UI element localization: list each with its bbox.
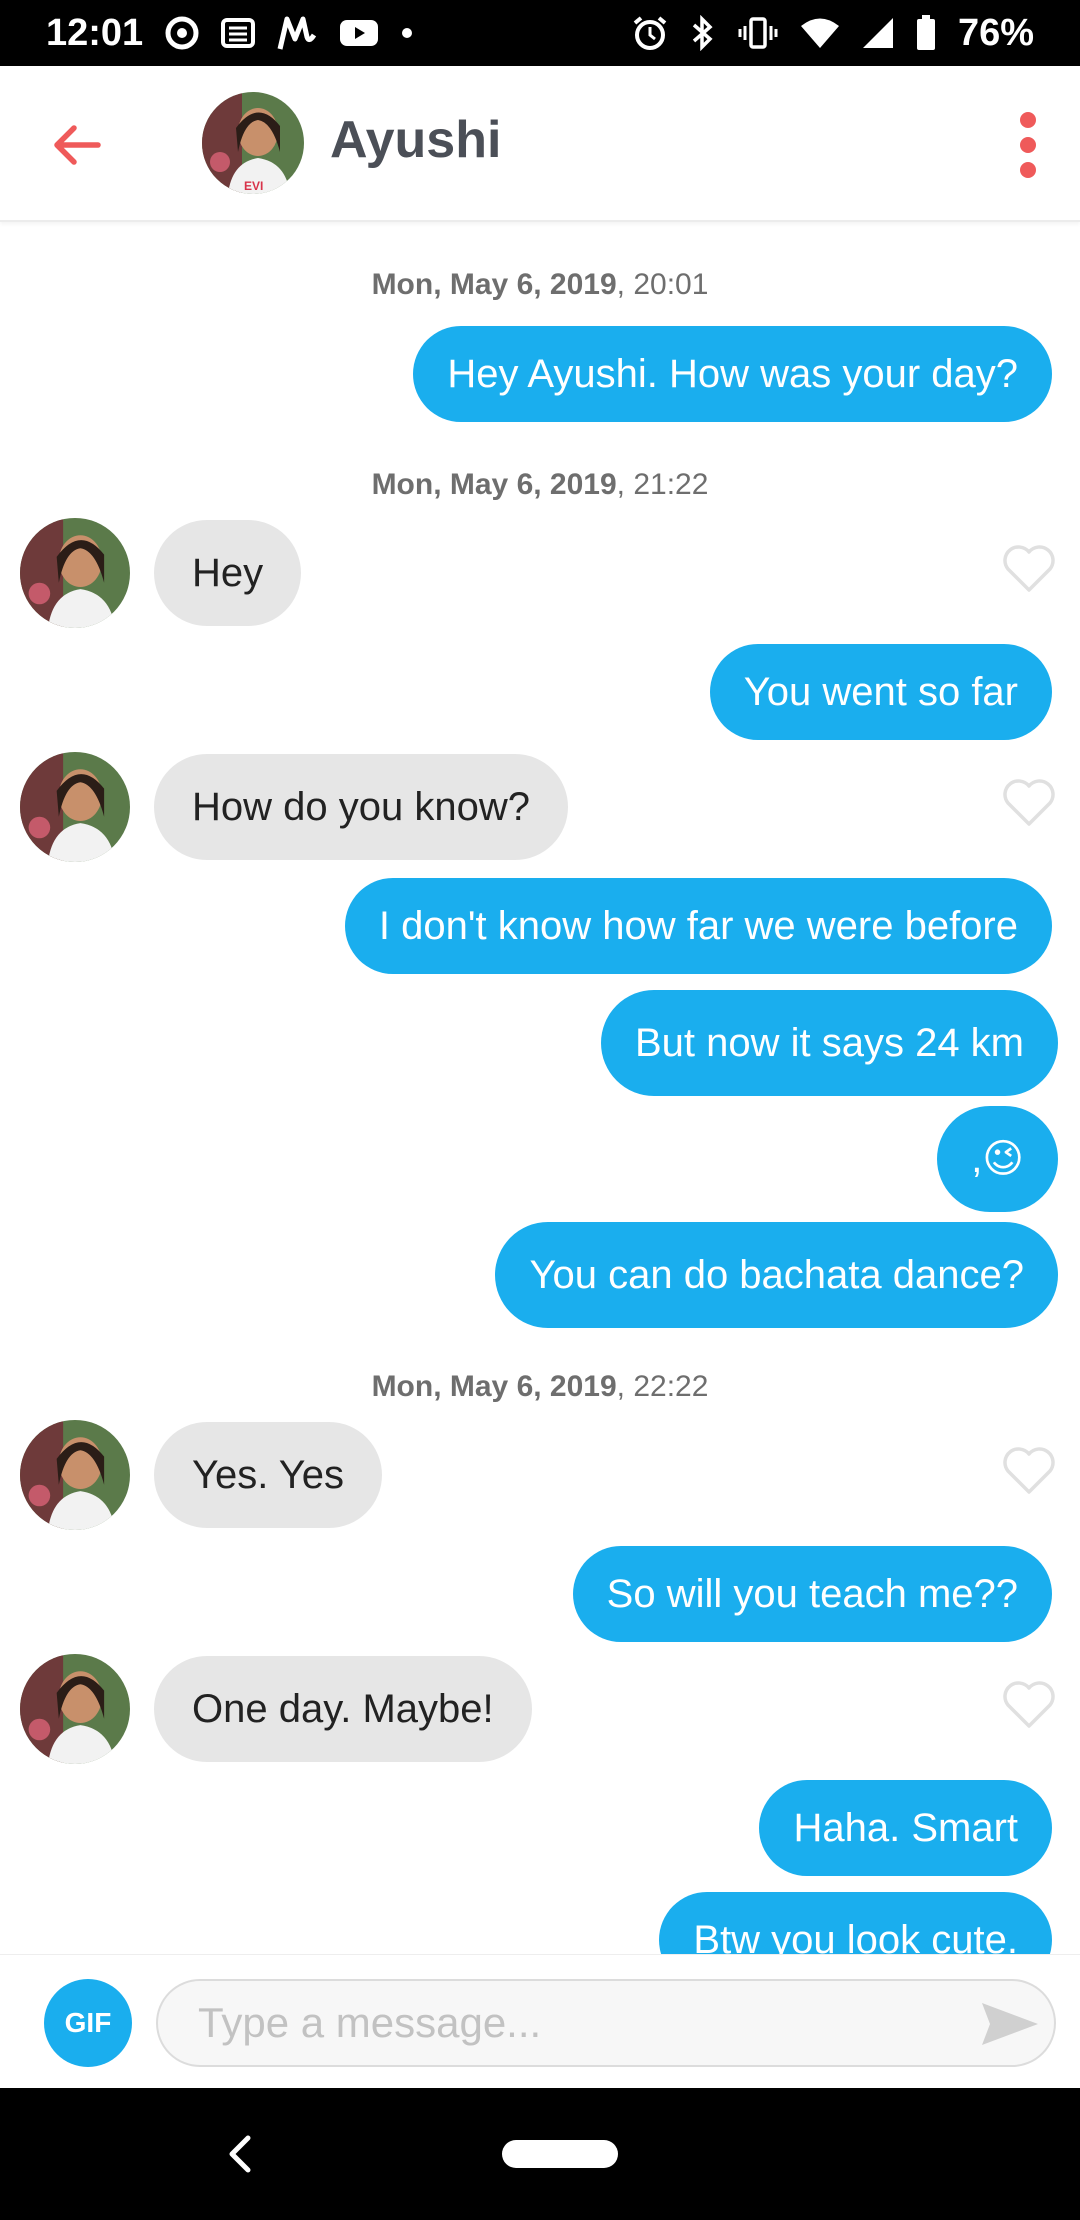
received-message[interactable]: How do you know?: [154, 754, 568, 860]
news-icon: [221, 18, 256, 48]
nav-back-button[interactable]: [224, 2132, 256, 2176]
back-arrow-icon: [54, 125, 101, 165]
sent-message[interactable]: Haha. Smart: [759, 1780, 1052, 1876]
battery-percent: 76%: [957, 11, 1034, 54]
gif-button[interactable]: GIF: [44, 1979, 132, 2067]
sent-message[interactable]: ,😉: [937, 1106, 1058, 1212]
status-time: 12:01: [46, 11, 144, 54]
vibrate-icon: [738, 16, 778, 50]
myntra-icon: [277, 15, 317, 51]
sent-message[interactable]: So will you teach me??: [572, 1546, 1052, 1642]
timestamp: Mon, May 6, 2019, 21:22: [371, 468, 709, 501]
status-bar: 12:01 76%: [0, 0, 1080, 66]
system-nav-bar: [0, 2088, 1080, 2220]
wifi-icon: [800, 17, 840, 49]
like-heart-icon[interactable]: [1000, 776, 1058, 828]
avatar[interactable]: [20, 752, 130, 862]
received-message[interactable]: Yes. Yes: [154, 1422, 383, 1528]
send-button[interactable]: [980, 1999, 1040, 2049]
chevron-left-icon: [229, 2135, 251, 2173]
sent-message[interactable]: But now it says 24 km: [600, 990, 1058, 1096]
profile-photo-icon: [20, 1654, 130, 1764]
sent-message[interactable]: Btw you look cute.: [659, 1892, 1052, 1954]
overflow-menu-button[interactable]: [1010, 110, 1046, 180]
message-composer: GIF: [0, 1954, 1080, 2089]
message-input[interactable]: [156, 1979, 1056, 2067]
sent-message[interactable]: Hey Ayushi. How was your day?: [413, 326, 1052, 422]
svg-text:EVI: EVI: [244, 179, 263, 193]
avatar[interactable]: [20, 518, 130, 628]
profile-photo-icon: [20, 1420, 130, 1530]
dot-icon: [401, 27, 413, 39]
alarm-icon: [632, 15, 668, 51]
youtube-icon: [339, 18, 379, 48]
like-heart-icon[interactable]: [1000, 1678, 1058, 1730]
back-button[interactable]: [48, 116, 106, 174]
received-message[interactable]: Hey: [154, 520, 302, 626]
like-heart-icon[interactable]: [1000, 1444, 1058, 1496]
nav-home-button[interactable]: [502, 2140, 618, 2168]
more-vertical-icon: [1020, 112, 1036, 178]
received-message[interactable]: One day. Maybe!: [154, 1656, 532, 1762]
profile-photo-icon: EVI: [202, 92, 304, 194]
battery-icon: [916, 15, 936, 51]
avatar[interactable]: EVI: [202, 92, 304, 194]
sent-message[interactable]: I don't know how far we were before: [344, 878, 1052, 974]
message-list[interactable]: Mon, May 6, 2019, 20:01 Hey Ayushi. How …: [0, 222, 1080, 1954]
like-heart-icon[interactable]: [1000, 542, 1058, 594]
profile-photo-icon: [20, 518, 130, 628]
avatar[interactable]: [20, 1654, 130, 1764]
send-icon: [982, 2003, 1038, 2045]
avatar[interactable]: [20, 1420, 130, 1530]
play-circle-icon: [165, 16, 199, 50]
profile-photo-icon: [20, 752, 130, 862]
bluetooth-icon: [690, 15, 716, 51]
sent-message[interactable]: You can do bachata dance?: [495, 1222, 1058, 1328]
sent-message[interactable]: You went so far: [709, 644, 1052, 740]
chat-header: EVI Ayushi: [0, 66, 1080, 222]
signal-icon: [862, 17, 894, 49]
timestamp: Mon, May 6, 2019, 22:22: [371, 1370, 709, 1403]
timestamp: Mon, May 6, 2019, 20:01: [371, 268, 709, 301]
contact-name[interactable]: Ayushi: [330, 110, 501, 170]
